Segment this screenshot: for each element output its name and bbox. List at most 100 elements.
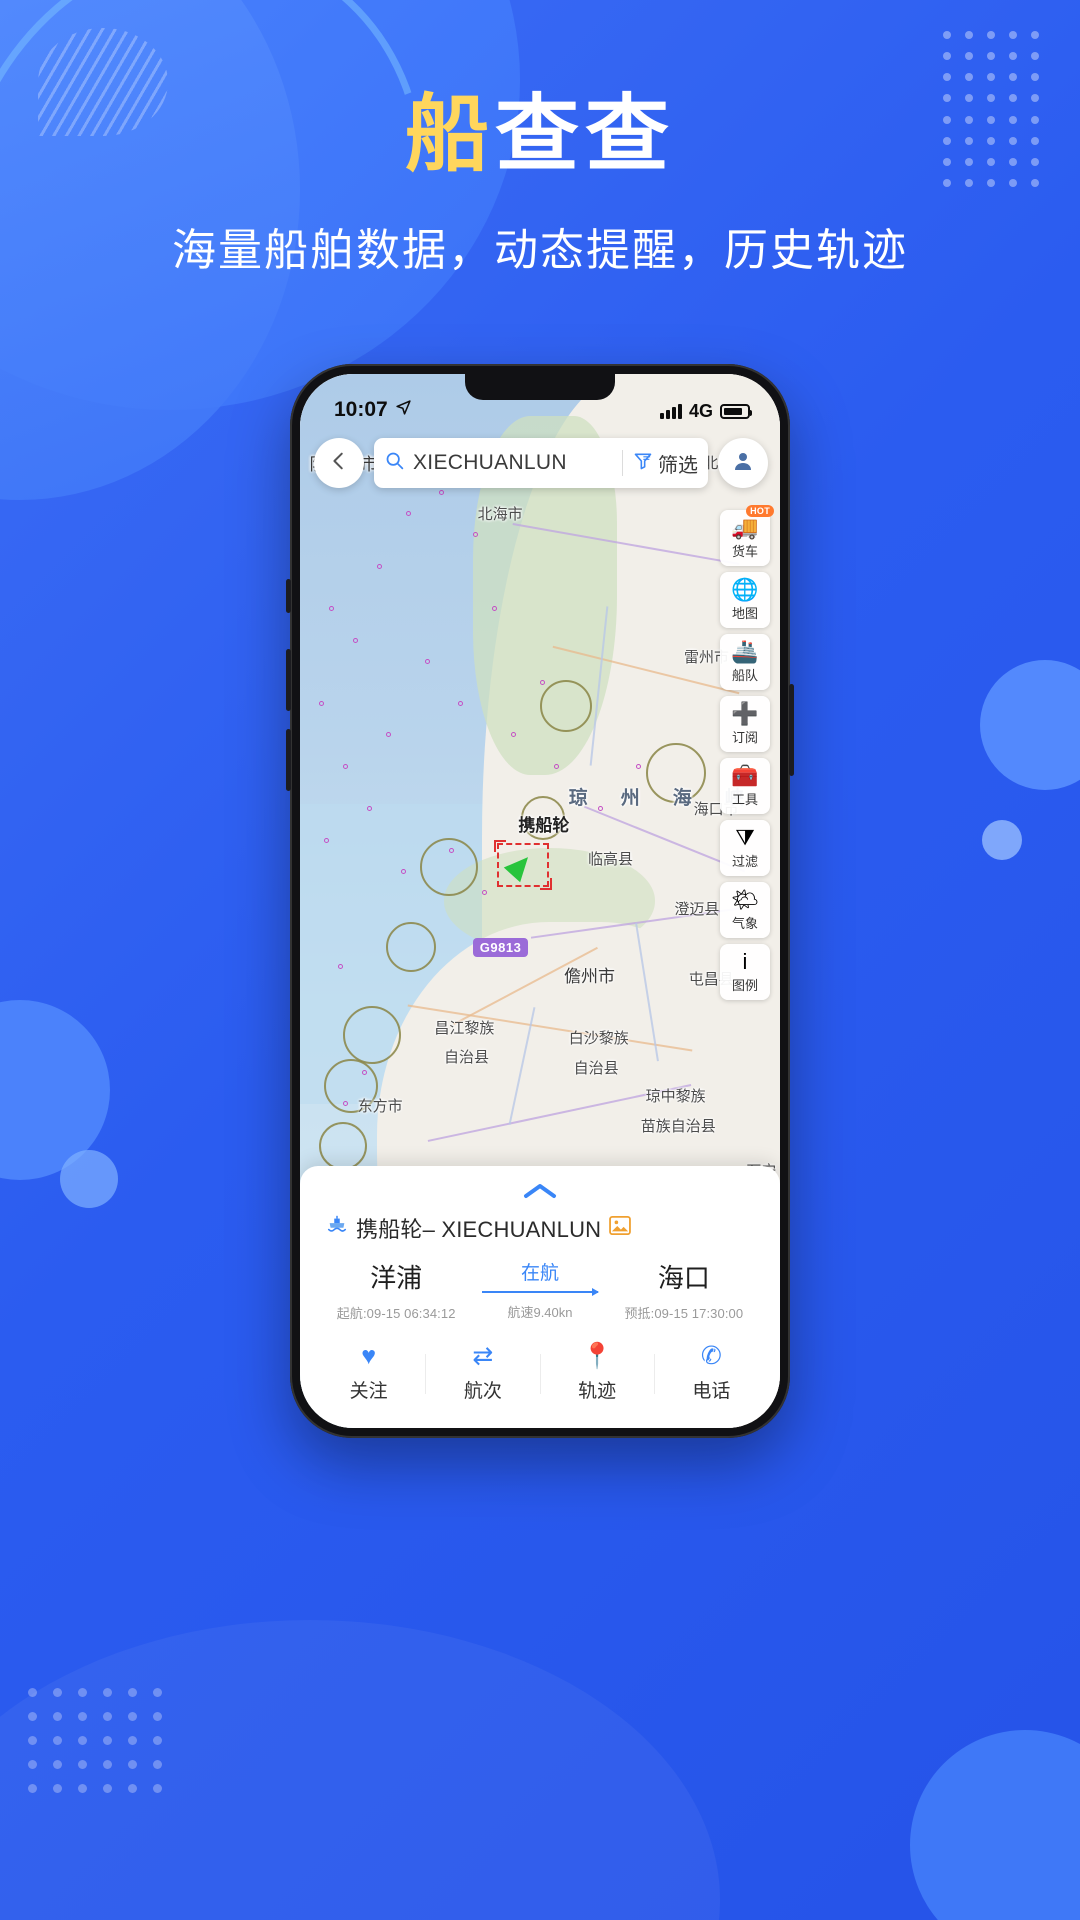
nav-label: 航次: [463, 1381, 502, 1402]
heart-plus-icon: ♥: [361, 1342, 377, 1370]
map-vessel-dot: [352, 637, 358, 643]
map-place-label: 自治县: [573, 1059, 619, 1077]
info-icon: i: [742, 948, 748, 974]
decor-circle-right-2: [982, 820, 1022, 860]
user-avatar-icon: [731, 449, 755, 478]
page-title-accent: 船: [404, 87, 495, 181]
plus-box-icon: ➕: [731, 700, 759, 726]
phone-volume-up-button: [286, 649, 291, 711]
phone-mockup: G9813 携船轮 防城港市合浦县北海市北海市雷州市海口市临高县澄迈县儋州市屯昌…: [286, 364, 794, 1438]
search-row: XIECHUANLUN 筛选: [314, 438, 768, 488]
nav-voyage[interactable]: ⇄ 航次: [426, 1344, 539, 1403]
origin-detail: 起航:09-15 06:34:12: [336, 1306, 456, 1321]
origin-block: 洋浦 起航:09-15 06:34:12: [326, 1258, 466, 1322]
tool-info[interactable]: i 图例: [720, 944, 770, 1000]
promo-header: 船查查 海量船舶数据，动态提醒，历史轨迹: [0, 92, 1080, 278]
voyage-icon: ⇄: [472, 1342, 494, 1370]
decor-wave-bottom: [0, 1620, 720, 1920]
ship-name: 携船轮– XIECHUANLUN: [356, 1217, 602, 1242]
map-place-label: 临高县: [588, 851, 634, 869]
decor-circle-right-1: [980, 660, 1080, 790]
fleet-icon: 🚢: [731, 638, 759, 664]
map-vessel-dot: [472, 532, 478, 538]
back-button[interactable]: [314, 438, 364, 488]
funnel-icon: [633, 451, 653, 476]
truck-icon: 🚚: [731, 514, 759, 540]
nav-track-pin[interactable]: 📍 轨迹: [541, 1344, 654, 1403]
tool-tools-grid[interactable]: 🧰 工具: [720, 758, 770, 814]
tool-truck[interactable]: 🚚 货车 HOT: [720, 505, 774, 566]
map-highway-badge: G9813: [472, 937, 529, 957]
destination-block: 海口 预抵:09-15 17:30:00: [614, 1258, 754, 1322]
voyage-route: 洋浦 起航:09-15 06:34:12 在航 航速9.40kn 海口 预抵:0…: [300, 1244, 780, 1322]
tool-label: 工具: [731, 791, 758, 807]
tool-label: 图例: [731, 977, 758, 993]
tool-label: 地图: [731, 605, 758, 621]
nav-phone[interactable]: ✆ 电话: [655, 1344, 768, 1403]
origin-port: 洋浦: [370, 1263, 423, 1293]
chevron-left-icon: [328, 450, 350, 477]
tool-weather-cloud[interactable]: 🌤 气象: [720, 882, 770, 938]
sheet-expand-button[interactable]: [300, 1172, 780, 1206]
tool-label: 气象: [731, 915, 758, 931]
ship-action-nav: ♥ 关注 ⇄ 航次 📍 轨迹 ✆ 电话: [300, 1322, 780, 1403]
ship-title-row[interactable]: 携船轮– XIECHUANLUN: [300, 1206, 780, 1244]
map-place-label: 白沙黎族: [568, 1030, 629, 1048]
tool-plus-box[interactable]: ➕ 订阅: [720, 696, 770, 752]
destination-detail: 预抵:09-15 17:30:00: [624, 1306, 744, 1321]
tool-globe[interactable]: 🌐 地图: [720, 572, 770, 628]
phone-screen: G9813 携船轮 防城港市合浦县北海市北海市雷州市海口市临高县澄迈县儋州市屯昌…: [300, 374, 780, 1428]
page-title: 船查查: [0, 92, 1080, 176]
route-progress-line: [482, 1288, 600, 1296]
filter-button[interactable]: 筛选: [633, 449, 698, 478]
tool-label: 过滤: [731, 853, 758, 869]
voyage-status: 在航: [520, 1263, 559, 1284]
phone-mute-button: [286, 579, 291, 613]
ship-icon: [326, 1214, 348, 1242]
chevron-up-icon: [523, 1178, 557, 1204]
map-range-circle: [540, 679, 592, 732]
map-vessel-dot: [424, 658, 430, 664]
map-vessel-dot: [405, 511, 411, 517]
user-profile-button[interactable]: [718, 438, 768, 488]
hot-badge: HOT: [746, 505, 774, 517]
map-range-circle: [420, 837, 478, 896]
map-place-label: 苗族自治县: [640, 1117, 716, 1135]
nav-label: 关注: [349, 1381, 388, 1402]
tool-fleet[interactable]: 🚢 船队: [720, 634, 770, 690]
destination-port: 海口: [657, 1263, 710, 1293]
map-vessel-dot: [540, 679, 545, 685]
map-place-label: 昌江黎族: [434, 1019, 495, 1037]
selected-ship-label: 携船轮: [518, 816, 570, 836]
nav-label: 轨迹: [578, 1381, 617, 1402]
globe-icon: 🌐: [731, 576, 759, 602]
search-input-value[interactable]: XIECHUANLUN: [413, 451, 612, 475]
nav-label: 电话: [692, 1381, 731, 1402]
map-place-label: 儋州市: [564, 967, 615, 987]
decor-circle-left-2: [60, 1150, 118, 1208]
map-vessel-dot: [328, 605, 334, 611]
funnel-icon: ⧩: [735, 824, 755, 850]
tool-label: 货车: [731, 543, 758, 559]
map-place-label: 澄迈县: [674, 900, 720, 918]
tool-label: 船队: [731, 667, 758, 683]
page-title-rest: 查查: [495, 87, 676, 181]
nav-heart-plus[interactable]: ♥ 关注: [312, 1344, 425, 1403]
tools-grid-icon: 🧰: [731, 762, 759, 788]
map-place-label: 自治县: [444, 1049, 490, 1067]
search-input[interactable]: XIECHUANLUN 筛选: [374, 438, 708, 488]
map-vessel-dot: [492, 605, 497, 611]
map-toolbar: 🚚 货车 HOT 🌐 地图 🚢 船队 ➕ 订阅 🧰 工具 ⧩ 过滤 🌤 气象 i 图例: [720, 505, 774, 1000]
search-divider: [622, 450, 623, 476]
page-subtitle: 海量船舶数据，动态提醒，历史轨迹: [172, 226, 908, 275]
phone-icon: ✆: [700, 1342, 722, 1370]
tool-label: 订阅: [731, 729, 758, 745]
map-vessel-dot: [319, 700, 325, 706]
map-place-label: 琼中黎族: [645, 1088, 706, 1106]
map-place-label: 东方市: [357, 1097, 403, 1115]
phone-power-button: [789, 684, 794, 776]
tool-funnel[interactable]: ⧩ 过滤: [720, 820, 770, 876]
image-icon[interactable]: [609, 1215, 632, 1241]
map-place-label: 北海市: [477, 505, 523, 523]
phone-volume-down-button: [286, 729, 291, 791]
